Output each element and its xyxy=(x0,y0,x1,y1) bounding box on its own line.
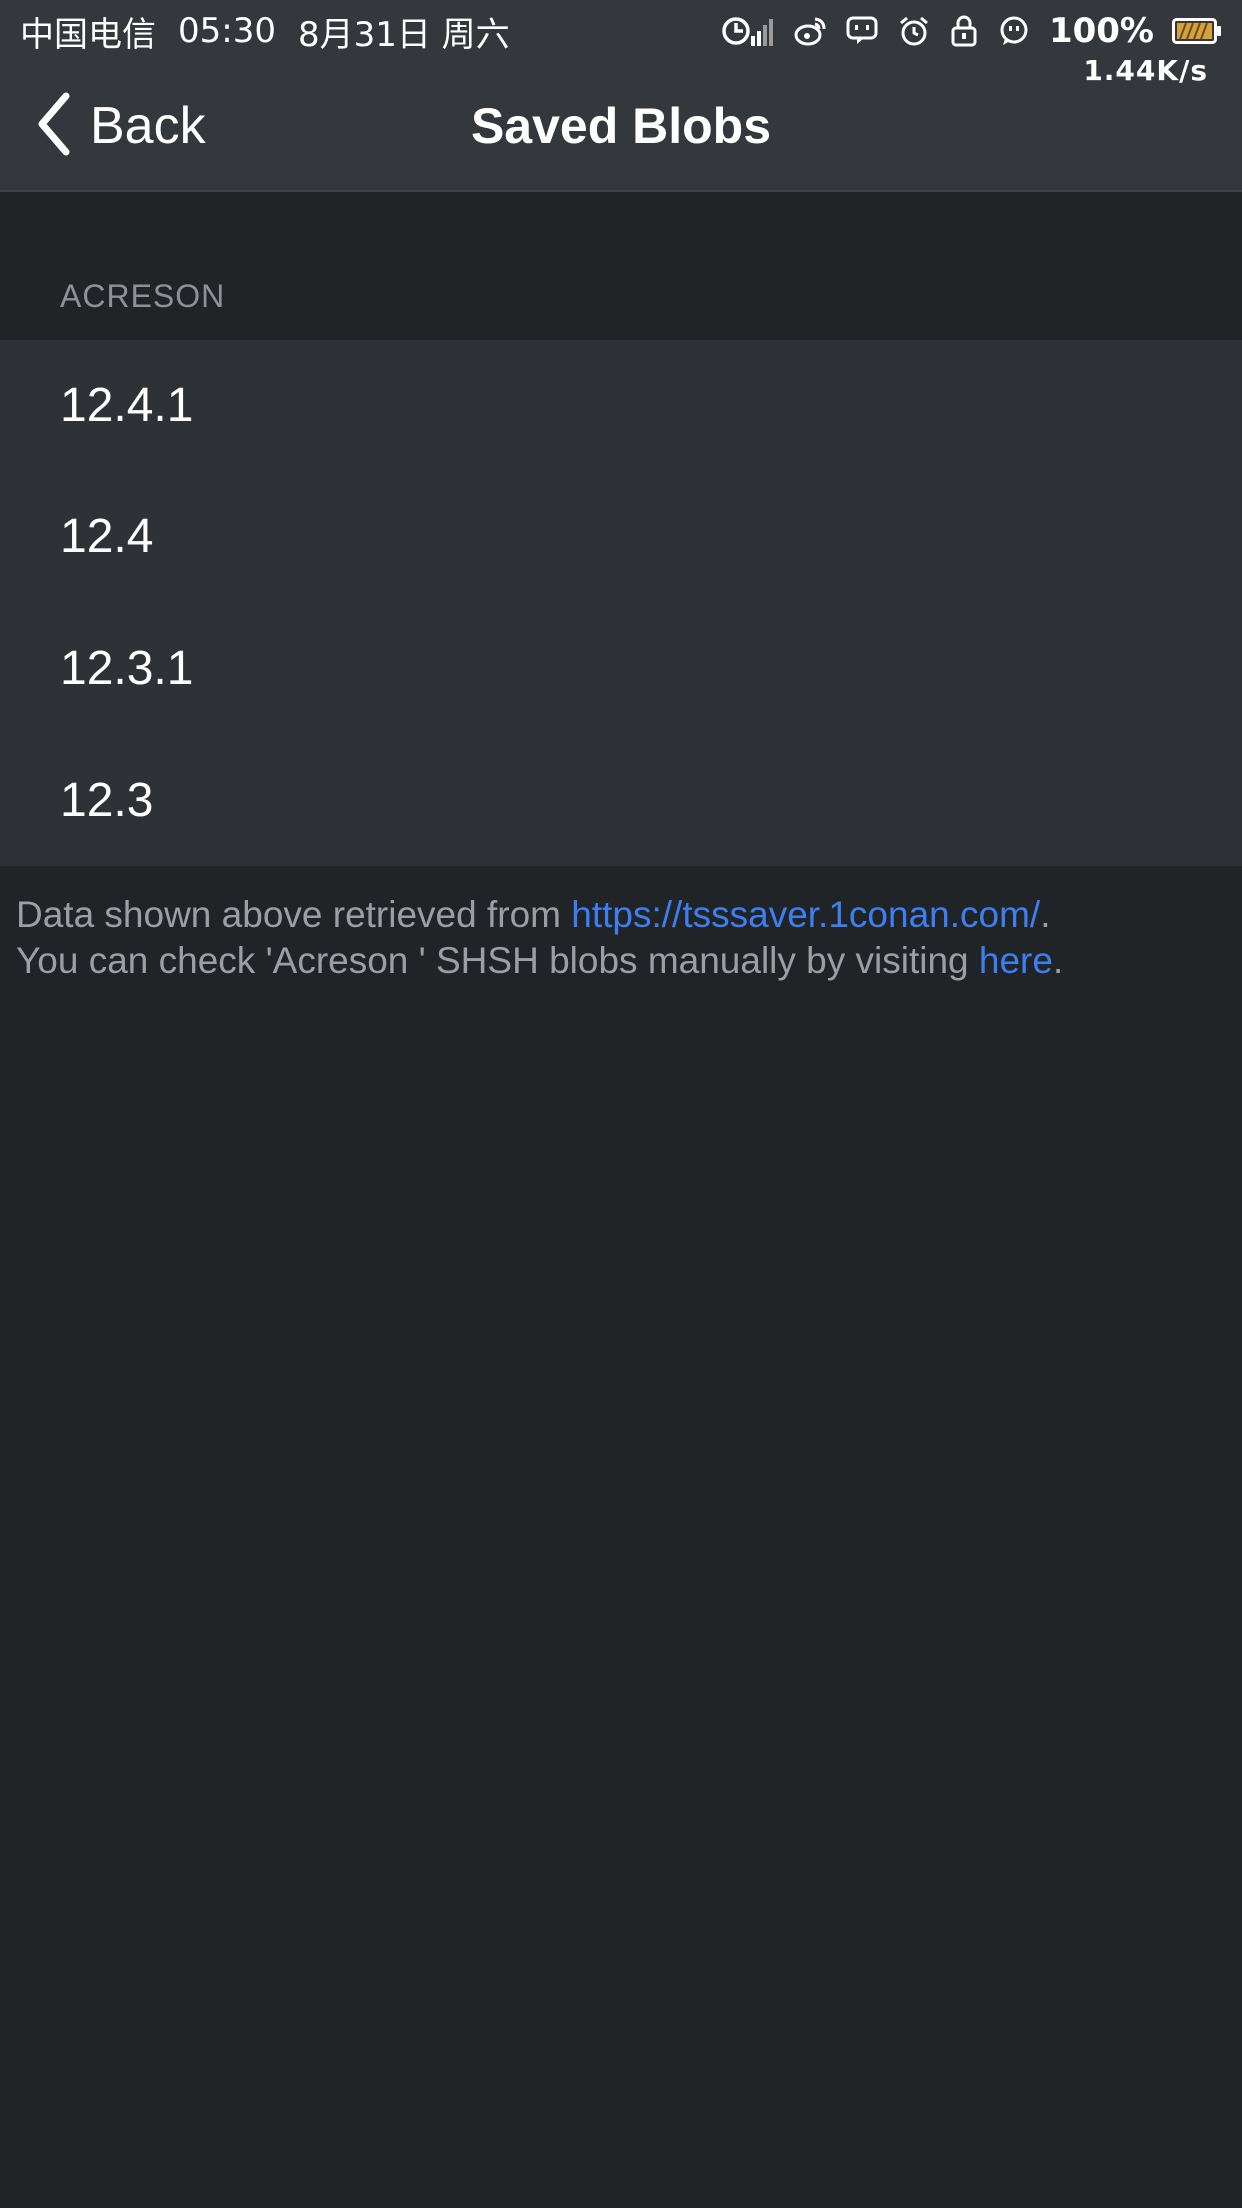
carrier-label: 中国电信 xyxy=(20,14,156,55)
blob-list: 12.4.1 12.4 12.3.1 12.3 xyxy=(0,340,1242,866)
status-date: 8月31日 周六 xyxy=(297,14,510,55)
list-item[interactable]: 12.4 xyxy=(0,470,1242,602)
chat-icon xyxy=(845,14,879,48)
back-button[interactable]: Back xyxy=(34,90,206,162)
alarm-icon xyxy=(897,14,931,48)
footer-text: Data shown above retrieved from xyxy=(16,894,572,935)
weibo-icon xyxy=(793,14,827,48)
footer-text: . xyxy=(1052,940,1064,981)
back-label: Back xyxy=(90,97,206,155)
footer-text: . xyxy=(1040,894,1051,935)
battery-icon xyxy=(1172,18,1222,44)
network-speed: 1.44K/s xyxy=(1083,54,1208,87)
chevron-left-icon xyxy=(34,92,90,161)
lock-icon xyxy=(949,14,979,48)
here-link[interactable]: here xyxy=(979,940,1053,981)
battery-percentage: 100% xyxy=(1048,11,1154,51)
status-time: 05:30 xyxy=(178,11,276,51)
footer-note: Data shown above retrieved from https://… xyxy=(16,892,1226,984)
tsssaver-link[interactable]: https://tsssaver.1conan.com/ xyxy=(571,894,1040,935)
section-header: ACRESON xyxy=(60,278,226,314)
list-item[interactable]: 12.4.1 xyxy=(0,340,1242,470)
status-bar-left: 中国电信 05:30 8月31日 周六 xyxy=(20,6,532,56)
message-icon xyxy=(997,14,1031,48)
status-bar-right: 100% xyxy=(721,6,1222,56)
list-item[interactable]: 12.3 xyxy=(0,734,1242,866)
top-bar: 中国电信 05:30 8月31日 周六 100% 1.44K/s Saved B… xyxy=(0,0,1242,192)
footer-text: You can check 'Acreson ' SHSH blobs manu… xyxy=(16,940,979,981)
wifi-signal-icon xyxy=(721,14,775,48)
list-item[interactable]: 12.3.1 xyxy=(0,602,1242,734)
